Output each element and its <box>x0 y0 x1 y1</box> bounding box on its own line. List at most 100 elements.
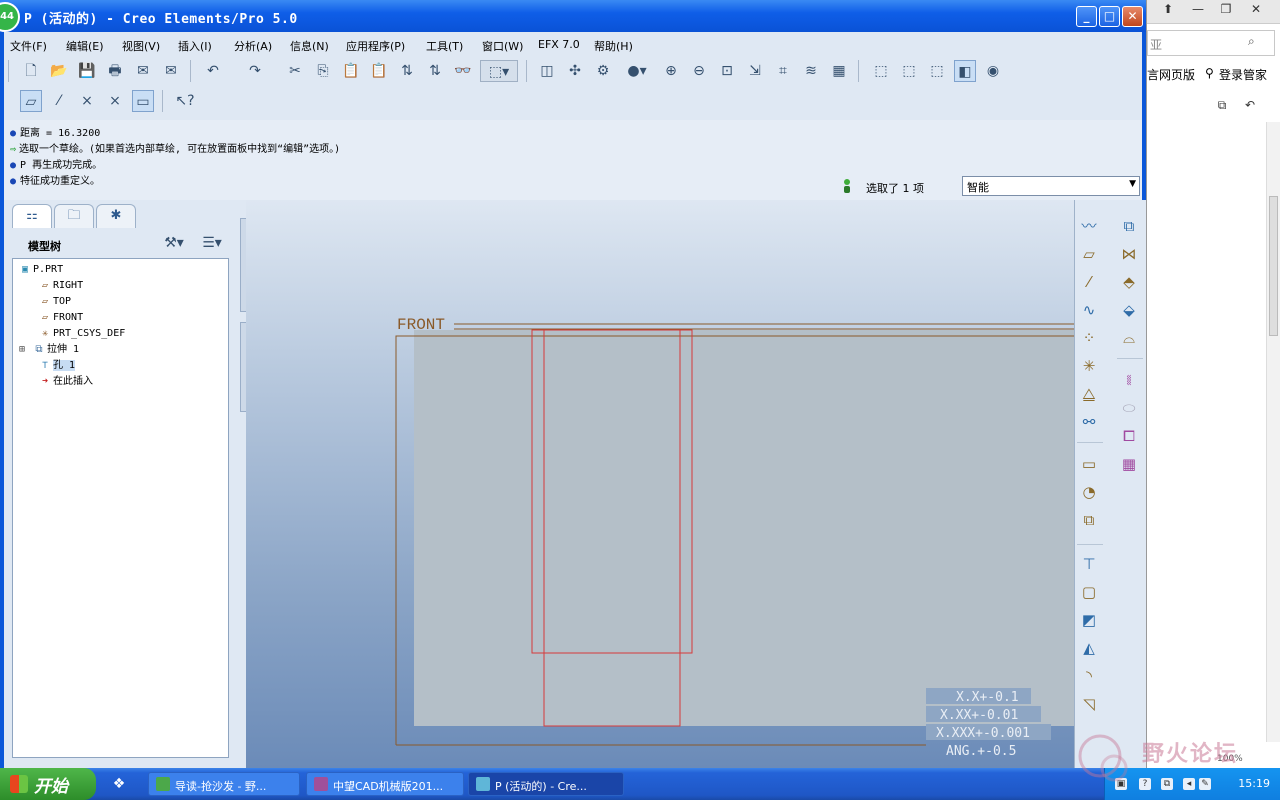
tree-node[interactable]: ▱ FRONT <box>37 311 83 325</box>
print-icon[interactable]: 🖶 <box>104 60 126 82</box>
insert-reference-icon[interactable]: ⚯ <box>1077 410 1101 434</box>
menu-view[interactable]: 视图(V) <box>122 38 160 54</box>
datum-sketch-icon[interactable]: 〰 <box>1077 214 1101 238</box>
refit-icon[interactable]: ⊡ <box>716 60 738 82</box>
hole-tool-icon[interactable]: ⊤ <box>1077 552 1101 576</box>
plane-display-icon[interactable]: ▱ <box>20 90 42 112</box>
search-icon[interactable]: ⌕ <box>1248 34 1255 49</box>
trim-tool-icon[interactable]: ⬙ <box>1117 298 1141 322</box>
network-icon[interactable]: ⧉ <box>1161 778 1173 790</box>
zoom-in-icon[interactable]: ⊕ <box>660 60 682 82</box>
start-button[interactable]: 开始 <box>0 768 96 800</box>
model-viewport[interactable]: FRONT X.X+-0.1 X.XX+-0.01 X.XXX+-0.001 A… <box>246 200 1076 768</box>
datum-axis-tool-icon[interactable]: ⁄ <box>1077 270 1101 294</box>
cut-icon[interactable]: ✂ <box>284 60 306 82</box>
copy-feature-icon[interactable]: ⧉ <box>1117 214 1141 238</box>
datum-point-tool-icon[interactable]: ⁘ <box>1077 326 1101 350</box>
point-display-icon[interactable]: × <box>76 90 98 112</box>
menu-tools[interactable]: 工具(T) <box>426 38 463 54</box>
context-help-icon[interactable]: ↖? <box>174 90 196 112</box>
revolve-tool-icon[interactable]: ◔ <box>1077 480 1101 504</box>
part-face[interactable] <box>414 330 1076 726</box>
new-icon[interactable]: 🗋 <box>20 60 42 82</box>
layers-icon[interactable]: ≋ <box>800 60 822 82</box>
undo-icon[interactable]: ↶ <box>202 60 224 82</box>
boundary-blend-icon[interactable]: ⌓ <box>1117 326 1141 350</box>
view-manager-icon[interactable]: ▦ <box>828 60 850 82</box>
sound-icon[interactable]: ◂ <box>1183 778 1195 790</box>
mirror-tool-icon[interactable]: ⋈ <box>1117 242 1141 266</box>
save-icon[interactable]: 💾 <box>76 60 98 82</box>
merge-tool-icon[interactable]: ⬘ <box>1117 270 1141 294</box>
restore-icon[interactable]: ❐ <box>1215 2 1237 20</box>
menu-analysis[interactable]: 分析(A) <box>234 38 272 54</box>
orient-mode-icon[interactable]: ⚙ <box>592 60 614 82</box>
chamfer-tool-icon[interactable]: ◹ <box>1077 692 1101 716</box>
minimize-button[interactable]: _ <box>1076 6 1097 27</box>
menu-edit[interactable]: 编辑(E) <box>66 38 104 54</box>
menu-info[interactable]: 信息(N) <box>290 38 329 54</box>
expand-icon[interactable]: ⊞ <box>19 343 31 357</box>
regenerate-manager-icon[interactable]: ⇅ <box>424 60 446 82</box>
menu-insert[interactable]: 插入(I) <box>178 38 212 54</box>
menu-file[interactable]: 文件(F) <box>10 38 47 54</box>
redo-icon[interactable]: ↷ <box>244 60 266 82</box>
zoom-out-icon[interactable]: ⊖ <box>688 60 710 82</box>
mirror-icon[interactable]: ⧛ <box>1117 368 1141 392</box>
menu-applications[interactable]: 应用程序(P) <box>346 38 405 54</box>
csys-display-icon[interactable]: ⨯ <box>104 90 126 112</box>
tree-node-selected[interactable]: ⊤ 孔 1 <box>37 359 76 373</box>
annotation-display-icon[interactable]: ▭ <box>132 90 154 112</box>
menu-efx[interactable]: EFX 7.0 <box>538 38 580 51</box>
offset-icon[interactable]: ⬭ <box>1117 396 1141 420</box>
saved-views-icon[interactable]: ⌗ <box>772 60 794 82</box>
find-icon[interactable]: 👓 <box>452 60 474 82</box>
paste-special-icon[interactable]: 📋 <box>368 60 390 82</box>
tab-folder-browser[interactable]: 🗀 <box>54 204 94 228</box>
spin-center-icon[interactable]: ✣ <box>564 60 586 82</box>
tree-columns-icon[interactable]: ☰▾ <box>196 232 228 254</box>
variable-section-sweep-icon[interactable]: ⧉ <box>1077 508 1101 532</box>
tree-settings-icon[interactable]: ⚒▾ <box>158 232 190 254</box>
quick-launch-icon[interactable]: ❖ <box>108 773 130 795</box>
help-tray-icon[interactable]: ? <box>1139 778 1151 790</box>
no-hidden-icon[interactable]: ⬚ <box>926 60 948 82</box>
reorient-icon[interactable]: ⇲ <box>744 60 766 82</box>
tray-app-icon[interactable]: ▣ <box>1115 778 1127 790</box>
undo-icon[interactable]: ↶ <box>1239 98 1261 116</box>
open-icon[interactable]: 📂 <box>48 60 70 82</box>
analysis-feature-icon[interactable]: ⧋ <box>1077 382 1101 406</box>
input-method-icon[interactable]: ✎ <box>1199 778 1211 790</box>
tree-node[interactable]: ⊞ ⧉ 拉伸 1 <box>19 343 79 357</box>
send-mail-icon[interactable]: ✉ <box>132 60 154 82</box>
browser-search-input[interactable]: 亚 ⌕ <box>1147 30 1275 56</box>
repaint-icon[interactable]: ◫ <box>536 60 558 82</box>
send-link-icon[interactable]: ✉ <box>160 60 182 82</box>
tab-model-tree[interactable]: ⚏ <box>12 204 52 228</box>
appearance-icon[interactable]: ●▾ <box>620 60 654 82</box>
hidden-line-icon[interactable]: ⬚ <box>898 60 920 82</box>
close-icon[interactable]: ✕ <box>1245 2 1267 20</box>
pin-icon[interactable]: ⬆ <box>1157 2 1179 20</box>
minimize-icon[interactable]: — <box>1187 2 1209 20</box>
shading-icon[interactable]: ◧ <box>954 60 976 82</box>
link-login[interactable]: 登录管家 <box>1219 66 1267 83</box>
tree-node[interactable]: ▱ RIGHT <box>37 279 83 293</box>
model-tree-settings-icon[interactable]: ◉ <box>982 60 1004 82</box>
datum-curve-tool-icon[interactable]: ∿ <box>1077 298 1101 322</box>
selection-box-dropdown[interactable]: ⬚▾ <box>480 60 518 82</box>
tree-node[interactable]: ▣ P.PRT <box>17 263 63 277</box>
copy-icon[interactable]: ⎘ <box>312 60 334 82</box>
wireframe-icon[interactable]: ⬚ <box>870 60 892 82</box>
graphics-window[interactable]: FRONT X.X+-0.1 X.XX+-0.01 X.XXX+-0.001 A… <box>246 200 1076 768</box>
browser-scrollbar[interactable] <box>1266 122 1280 742</box>
pattern-icon[interactable]: ▦ <box>1117 452 1141 476</box>
paste-icon[interactable]: 📋 <box>340 60 362 82</box>
regenerate-icon[interactable]: ⇅ <box>396 60 418 82</box>
axis-display-icon[interactable]: ⁄ <box>48 90 70 112</box>
close-button[interactable]: ✕ <box>1122 6 1143 27</box>
menu-window[interactable]: 窗口(W) <box>482 38 523 54</box>
draft-tool-icon[interactable]: ◭ <box>1077 636 1101 660</box>
thicken-icon[interactable]: ⧠ <box>1117 424 1141 448</box>
tree-node[interactable]: ▱ TOP <box>37 295 71 309</box>
